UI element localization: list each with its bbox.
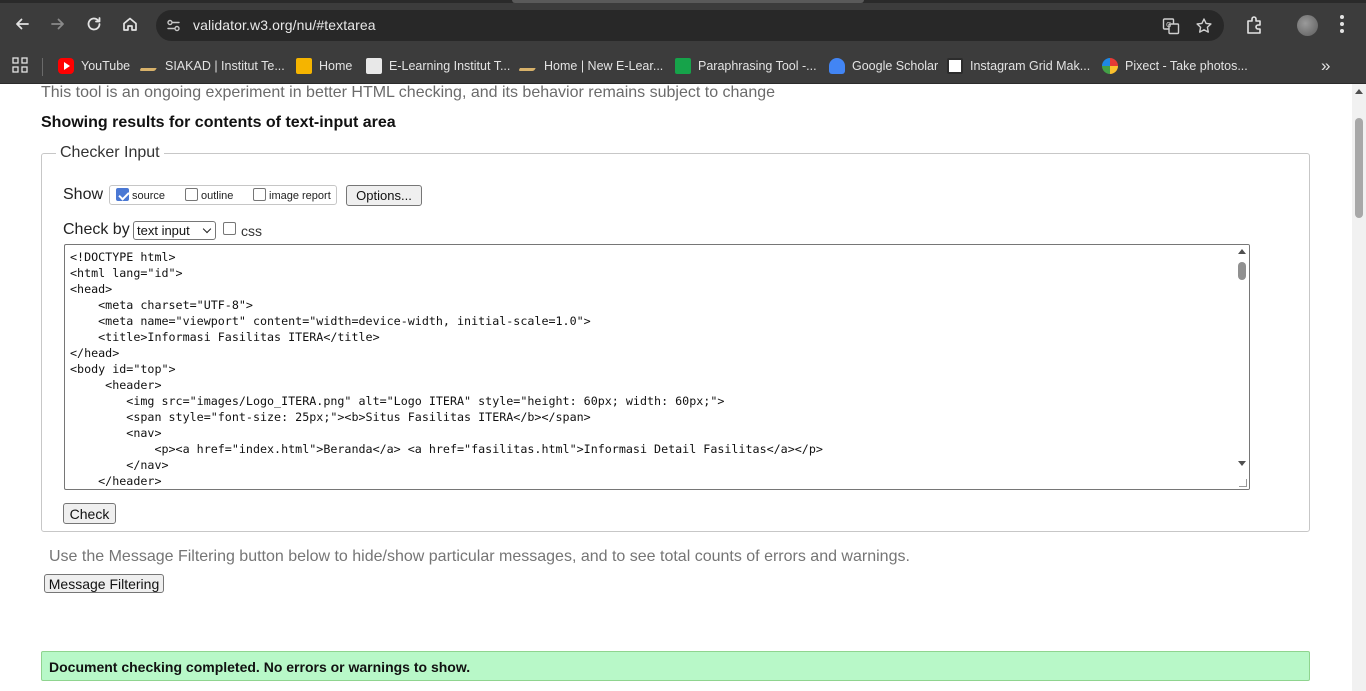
bookmark-paraphrasing[interactable]: Paraphrasing Tool -... — [675, 55, 817, 77]
bookmark-new-elearning[interactable]: Home | New E-Lear... — [518, 55, 664, 77]
bookmark-instagram-grid[interactable]: Instagram Grid Mak... — [947, 55, 1090, 77]
arrow-left-icon — [16, 18, 29, 30]
image-icon — [947, 58, 963, 74]
site-info-icon[interactable] — [166, 18, 181, 33]
apps-grid-icon[interactable] — [12, 57, 28, 73]
back-button[interactable] — [9, 11, 35, 37]
itera-logo-icon — [366, 58, 382, 74]
menu-icon[interactable] — [1340, 15, 1348, 35]
outline-label[interactable]: outline — [201, 190, 233, 202]
bookmark-label: Home | New E-Lear... — [544, 59, 664, 73]
bookmark-label: E-Learning Institut T... — [389, 59, 511, 73]
bookmark-youtube[interactable]: YouTube — [58, 55, 130, 77]
url-text[interactable]: validator.w3.org/nu/#textarea — [193, 17, 376, 33]
css-label[interactable]: css — [241, 223, 262, 239]
check-by-select[interactable]: text input — [133, 221, 216, 240]
chevron-down-icon — [202, 224, 212, 234]
page-content: This tool is an ongoing experiment in be… — [0, 84, 1352, 691]
bookmark-home[interactable]: Home — [296, 55, 352, 77]
bookmark-label: Google Scholar — [852, 59, 939, 73]
bookmark-label: Home — [319, 59, 353, 73]
source-textarea[interactable]: <!DOCTYPE html> <html lang="id"> <head> … — [64, 244, 1250, 490]
extensions-icon[interactable] — [1244, 14, 1266, 36]
bookmark-label: Paraphrasing Tool -... — [698, 59, 817, 73]
message-filtering-button[interactable]: Message Filtering — [44, 574, 164, 593]
check-button[interactable]: Check — [63, 503, 116, 524]
reload-icon — [87, 17, 101, 31]
camera-aperture-icon — [1102, 58, 1118, 74]
checker-input-fieldset: Checker Input Show source outline image … — [41, 144, 1310, 532]
results-heading: Showing results for contents of text-inp… — [41, 114, 396, 131]
message-filtering-hint: Use the Message Filtering button below t… — [49, 548, 910, 565]
css-checkbox[interactable] — [223, 222, 236, 235]
bookmarks-separator — [42, 58, 43, 76]
scroll-up-arrow-icon[interactable] — [1238, 249, 1246, 254]
check-by-value: text input — [137, 223, 190, 238]
bookmarks-bar: YouTube SIAKAD | Institut Te... Home E-L… — [0, 50, 1366, 84]
more-bookmarks-icon[interactable]: » — [1321, 56, 1330, 76]
checker-legend: Checker Input — [60, 144, 160, 161]
feather-icon — [518, 61, 540, 71]
bookmark-siakad[interactable]: SIAKAD | Institut Te... — [139, 55, 285, 77]
classroom-icon — [296, 58, 312, 74]
bookmark-label: Instagram Grid Mak... — [970, 59, 1091, 73]
reload-button[interactable] — [81, 11, 107, 37]
image-report-checkbox[interactable] — [253, 188, 266, 201]
bookmark-pixect[interactable]: Pixect - Take photos... — [1102, 55, 1248, 77]
show-label: Show — [63, 186, 104, 203]
bookmark-label: Pixect - Take photos... — [1125, 59, 1248, 73]
outline-checkbox[interactable] — [185, 188, 198, 201]
arrow-right-icon — [51, 18, 64, 30]
bookmark-google-scholar[interactable]: Google Scholar — [829, 55, 938, 77]
check-by-label: Check by — [63, 221, 130, 238]
image-report-label[interactable]: image report — [269, 190, 331, 202]
page-scroll-thumb[interactable] — [1355, 118, 1363, 218]
source-code[interactable]: <!DOCTYPE html> <html lang="id"> <head> … — [70, 249, 823, 489]
scroll-up-arrow-icon[interactable] — [1355, 89, 1363, 94]
bookmark-elearning[interactable]: E-Learning Institut T... — [366, 55, 510, 77]
active-tab[interactable] — [512, 0, 864, 3]
bookmark-label: YouTube — [81, 59, 131, 73]
forward-button[interactable] — [45, 11, 71, 37]
profile-avatar[interactable] — [1297, 15, 1318, 36]
tab-strip — [0, 0, 1366, 3]
svg-text:G: G — [1166, 21, 1171, 29]
feather-icon — [139, 61, 161, 71]
address-bar[interactable]: validator.w3.org/nu/#textarea G — [156, 10, 1224, 41]
browser-toolbar: validator.w3.org/nu/#textarea G — [0, 0, 1366, 50]
success-message: Document checking completed. No errors o… — [41, 651, 1310, 681]
bookmark-star-icon[interactable] — [1195, 17, 1213, 35]
translate-icon[interactable]: G — [1162, 17, 1180, 35]
scholar-cap-icon — [829, 58, 845, 74]
textarea-scrollbar[interactable] — [1235, 245, 1249, 489]
resize-handle-icon[interactable] — [1239, 479, 1247, 487]
options-button[interactable]: Options... — [346, 185, 422, 206]
home-button[interactable] — [117, 11, 143, 37]
bookmark-label: SIAKAD | Institut Te... — [165, 59, 285, 73]
robot-icon — [675, 58, 691, 74]
textarea-scroll-thumb[interactable] — [1238, 262, 1246, 280]
source-checkbox[interactable] — [116, 188, 129, 201]
experiment-notice: This tool is an ongoing experiment in be… — [41, 84, 776, 101]
youtube-icon — [58, 58, 74, 74]
home-icon — [123, 17, 137, 31]
page-scrollbar[interactable] — [1352, 84, 1366, 691]
show-options-group: source outline image report — [109, 185, 337, 205]
source-label[interactable]: source — [132, 190, 165, 202]
scroll-down-arrow-icon[interactable] — [1238, 461, 1246, 466]
